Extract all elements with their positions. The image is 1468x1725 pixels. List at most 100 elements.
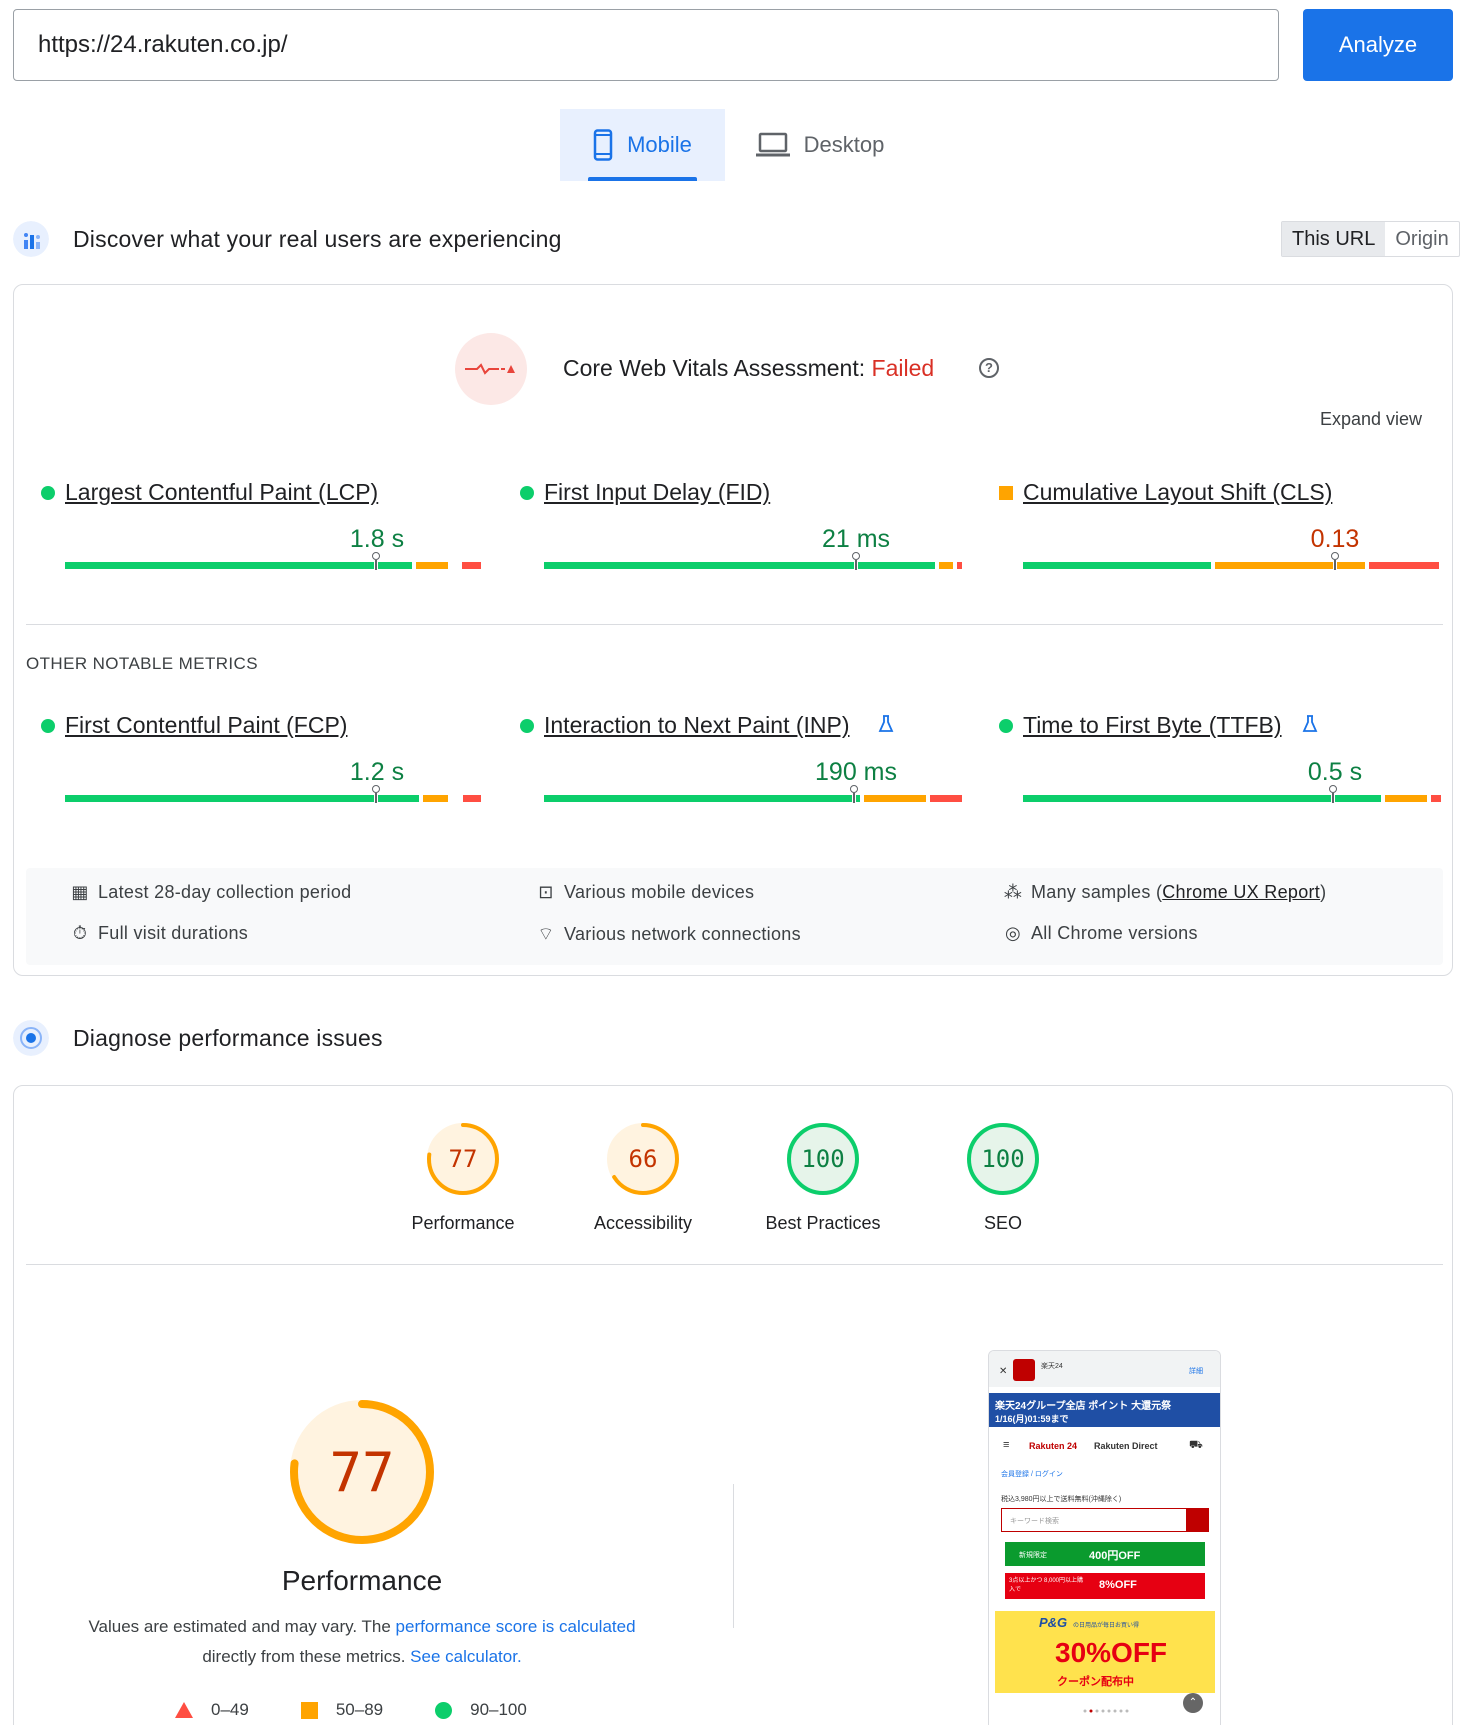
screenshot-brandbar: ≡ Rakuten 24 Rakuten Direct ⛟	[989, 1431, 1220, 1459]
menu-icon: ≡	[1003, 1439, 1010, 1451]
scores-divider	[26, 1264, 1443, 1265]
metric-cls-distribution-bar	[1023, 552, 1441, 570]
score-gauge-best-practices[interactable]: 100	[786, 1122, 860, 1196]
devices-icon: ⊡	[538, 882, 554, 902]
screenshot-brand: Rakuten 24	[1029, 1441, 1078, 1451]
metric-ttfb-name[interactable]: Time to First Byte (TTFB)	[1023, 712, 1282, 739]
screenshot-banner-text: 楽天24グループ全店 ポイント 大還元祭	[995, 1401, 1172, 1412]
metric-lcp-distribution-bar	[65, 552, 483, 570]
info-devices: ⊡ Various mobile devices	[536, 882, 754, 903]
score-performance-value: 77	[448, 1145, 478, 1173]
tab-desktop[interactable]: Desktop	[740, 109, 900, 181]
toggle-origin[interactable]: Origin	[1385, 222, 1458, 256]
info-versions: ◎ All Chrome versions	[1003, 923, 1198, 944]
performance-description: Values are estimated and may vary. The p…	[40, 1612, 684, 1672]
metric-ttfb-value: 0.5 s	[1307, 758, 1363, 786]
screenshot-topbar: ✕ 楽天24 詳細	[989, 1351, 1220, 1387]
score-accessibility-value: 66	[628, 1145, 658, 1173]
average-square-icon	[999, 486, 1013, 500]
screenshot-shipping: 税込3,980円以上で送料無料(沖縄除く)	[1001, 1496, 1122, 1503]
performance-main-title: Performance	[281, 1565, 443, 1596]
score-performance-label[interactable]: Performance	[411, 1213, 514, 1234]
info-samples-prefix: Many samples (	[1031, 882, 1163, 902]
score-seo-label[interactable]: SEO	[984, 1213, 1022, 1234]
carousel-dots	[1083, 1700, 1129, 1713]
toggle-this-url[interactable]: This URL	[1282, 222, 1386, 256]
metric-fid-name[interactable]: First Input Delay (FID)	[544, 479, 770, 506]
score-accessibility-label[interactable]: Accessibility	[594, 1213, 692, 1234]
metric-inp-marker	[850, 785, 858, 793]
scope-toggle[interactable]: This URL Origin	[1281, 221, 1460, 257]
search-icon	[1186, 1509, 1208, 1531]
screenshot-brand2: Rakuten Direct	[1094, 1441, 1158, 1451]
help-icon[interactable]: ?	[979, 358, 999, 378]
metric-lcp-name[interactable]: Largest Contentful Paint (LCP)	[65, 479, 378, 506]
metric-fcp-value: 1.2 s	[349, 758, 405, 786]
score-best-practices-value: 100	[801, 1145, 845, 1173]
info-devices-text: Various mobile devices	[564, 882, 755, 902]
metric-cls-marker	[1331, 552, 1339, 560]
score-gauge-accessibility[interactable]: 66	[606, 1122, 680, 1196]
chrome-icon: ◎	[1004, 923, 1021, 943]
see-calculator-link[interactable]: See calculator.	[410, 1647, 522, 1666]
users-chart-icon	[13, 221, 49, 257]
info-period: ▦ Latest 28-day collection period	[70, 882, 351, 903]
laptop-icon	[755, 132, 790, 157]
chrome-ux-report-link[interactable]: Chrome UX Report	[1162, 882, 1320, 902]
metric-fid-marker	[852, 552, 860, 560]
metrics-divider	[26, 624, 1443, 625]
screenshot-coupon1-tag: 新規限定	[1019, 1552, 1047, 1559]
cart-icon: ⛟	[1189, 1439, 1203, 1451]
screenshot-store: 楽天24	[1041, 1363, 1063, 1370]
screenshot-promo-value: 30%OFF	[1055, 1637, 1168, 1668]
metric-inp-value: 190 ms	[815, 758, 897, 786]
metric-inp-name[interactable]: Interaction to Next Paint (INP)	[544, 712, 850, 739]
metric-inp-name-text: Interaction to Next Paint (INP)	[544, 712, 850, 738]
fail-triangle-icon	[175, 1702, 193, 1718]
pass-dot-icon	[520, 719, 534, 733]
performance-main-gauge: 77	[288, 1398, 436, 1546]
screenshot-promo-brand: P&G	[1039, 1615, 1068, 1630]
screenshot-promo-text: の日用品が毎日お買い得	[1073, 1623, 1140, 1629]
legend-fail: 0–49	[211, 1700, 249, 1719]
experimental-flask-icon[interactable]	[1302, 714, 1318, 734]
screenshot-login: 会員登録 / ログイン	[1001, 1471, 1063, 1478]
pulse-icon	[465, 363, 515, 375]
pass-dot-icon	[41, 486, 55, 500]
score-gauge-seo[interactable]: 100	[966, 1122, 1040, 1196]
screenshot-banner-date: 1/16(月)01:59まで	[995, 1414, 1069, 1424]
info-samples: ⁂ Many samples (Chrome UX Report)	[1003, 882, 1326, 903]
score-best-practices-label[interactable]: Best Practices	[765, 1213, 880, 1234]
screenshot-search-placeholder: キーワード検索	[1010, 1518, 1059, 1525]
vertical-separator	[733, 1484, 734, 1628]
average-square-icon	[300, 1701, 318, 1719]
url-input[interactable]	[13, 9, 1279, 81]
screenshot-promo: P&G の日用品が毎日お買い得 30%OFF クーポン配布中	[995, 1611, 1215, 1693]
metric-inp-distribution-bar	[544, 785, 962, 803]
diagnose-icon	[13, 1020, 49, 1056]
expand-view-link[interactable]: Expand view	[1320, 409, 1422, 430]
pass-dot-icon	[520, 486, 534, 500]
scroll-top-icon: ⌃	[1183, 1693, 1203, 1713]
smartphone-icon	[593, 129, 613, 161]
info-samples-suffix: )	[1320, 882, 1327, 902]
tab-mobile[interactable]: Mobile	[560, 109, 725, 181]
legend-average: 50–89	[335, 1700, 384, 1719]
collection-info-box: ▦ Latest 28-day collection period ⏱ Full…	[26, 868, 1443, 965]
analyze-button[interactable]: Analyze	[1303, 9, 1453, 81]
metric-fcp-marker	[372, 785, 380, 793]
info-period-text: Latest 28-day collection period	[98, 882, 352, 902]
screenshot-coupon2: 3点以上かつ 8,000円以上購入で 8%OFF	[1005, 1573, 1205, 1599]
score-calculated-link[interactable]: performance score is calculated	[396, 1617, 636, 1636]
experimental-flask-icon[interactable]	[878, 714, 894, 734]
screenshot-banner: 楽天24グループ全店 ポイント 大還元祭 1/16(月)01:59まで	[989, 1393, 1220, 1427]
metric-cls-name[interactable]: Cumulative Layout Shift (CLS)	[1023, 479, 1332, 506]
metric-fcp-name[interactable]: First Contentful Paint (FCP)	[65, 712, 347, 739]
performance-main-score: 77	[329, 1440, 395, 1504]
desc-text-1: Values are estimated and may vary. The	[88, 1617, 396, 1636]
screenshot-promo-sub: クーポン配布中	[1057, 1676, 1134, 1688]
page-screenshot-thumbnail[interactable]: ✕ 楽天24 詳細 楽天24グループ全店 ポイント 大還元祭 1/16(月)01…	[988, 1350, 1221, 1725]
score-gauge-performance[interactable]: 77	[426, 1122, 500, 1196]
tab-desktop-label: Desktop	[803, 132, 885, 157]
cwv-status-icon	[455, 333, 527, 405]
